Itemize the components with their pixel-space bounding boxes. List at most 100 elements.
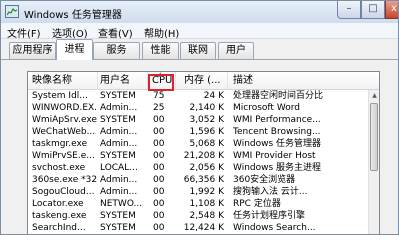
process-memory: 2,548 K	[189, 211, 224, 221]
process-user: Admin...	[100, 187, 138, 197]
process-user: SYSTEM	[100, 115, 136, 125]
process-cpu: 00	[153, 187, 165, 197]
column-header: 映像名称 用户名 CPU 内存 (... 描述 ▲	[28, 72, 379, 90]
process-user: SYSTEM	[100, 91, 136, 101]
menu-help[interactable]: 帮助(H)	[144, 25, 179, 40]
table-row[interactable]: WmiPrvSE.e... SYSTEM 00 21,208 K WMI Pro…	[28, 150, 368, 162]
process-name: taskeng.exe	[32, 211, 87, 221]
process-name: System Idl...	[32, 91, 88, 101]
process-cpu: 00	[153, 175, 165, 185]
process-cpu: 00	[153, 115, 165, 125]
process-name: 360se.exe *32	[32, 175, 98, 185]
process-description: WMI Provider Host	[233, 151, 316, 161]
process-memory: 1,108 K	[189, 199, 224, 209]
process-user: LOCAL...	[100, 163, 138, 173]
process-cpu: 00	[153, 127, 165, 137]
process-description: Tencent Browsing...	[233, 127, 321, 137]
process-description: 处理器空闲时间百分比	[233, 91, 324, 101]
table-row[interactable]: System Idl... SYSTEM 75 24 K 处理器空闲时间百分比	[28, 90, 368, 102]
process-memory: 24 K	[203, 91, 224, 101]
scroll-thumb[interactable]	[370, 103, 378, 171]
column-image-name[interactable]: 映像名称	[28, 72, 98, 90]
process-memory: 21,208 K	[183, 151, 224, 161]
process-cpu: 00	[153, 139, 165, 149]
process-memory: 12,424 K	[183, 223, 224, 233]
process-user: SYSTEM	[100, 151, 136, 161]
title-bar[interactable]: Windows 任务管理器 – □ x	[1, 1, 398, 23]
process-memory: 5,068 K	[189, 139, 224, 149]
processes-panel: 映像名称 用户名 CPU 内存 (... 描述 ▲ System Idl... …	[1, 59, 398, 234]
process-user: Admin...	[100, 103, 138, 113]
process-cpu: 00	[153, 199, 165, 209]
tab-strip: 应用程序 进程 服务 性能 联网 用户	[1, 39, 398, 60]
tab-performance[interactable]: 性能	[142, 42, 179, 59]
table-row[interactable]: SogouCloud... Admin... 00 1,992 K 搜狗输入法 …	[28, 186, 368, 198]
process-user: Admin...	[100, 127, 138, 137]
table-row[interactable]: SearchInd... SYSTEM 00 12,424 K Windows …	[28, 222, 368, 234]
process-cpu: 75	[153, 91, 165, 101]
tab-processes[interactable]: 进程	[56, 39, 93, 60]
process-memory: 3,052 K	[189, 115, 224, 125]
table-row[interactable]: taskeng.exe SYSTEM 00 2,548 K 任务计划程序引擎	[28, 210, 368, 222]
vertical-scrollbar[interactable]: ▲	[368, 90, 379, 234]
process-memory: 1,596 K	[189, 127, 224, 137]
column-description[interactable]: 描述	[228, 72, 368, 90]
menu-view[interactable]: 查看(V)	[98, 25, 133, 40]
graph-icon	[7, 8, 17, 16]
task-manager-icon	[5, 5, 19, 18]
menu-options[interactable]: 选项(O)	[52, 25, 88, 40]
process-description: 搜狗输入法 云计...	[233, 187, 308, 197]
minimize-button[interactable]: –	[337, 1, 361, 19]
tab-networking[interactable]: 联网	[180, 42, 216, 59]
process-description: 360安全浏览器	[233, 175, 296, 185]
process-name: WmiApSrv.exe	[32, 115, 97, 125]
close-button[interactable]: x	[385, 1, 398, 19]
tab-users[interactable]: 用户	[218, 42, 254, 59]
process-memory: 2,140 K	[189, 103, 224, 113]
process-description: Microsoft Word	[233, 103, 300, 113]
column-user-name[interactable]: 用户名	[98, 72, 148, 90]
task-manager-window: Windows 任务管理器 – □ x 文件(F) 选项(O) 查看(V) 帮助…	[0, 0, 399, 235]
process-user: SYSTEM	[100, 223, 136, 233]
table-row[interactable]: WmiApSrv.exe SYSTEM 00 3,052 K WMI Perfo…	[28, 114, 368, 126]
process-name: SearchInd...	[32, 223, 86, 233]
process-name: Locator.exe	[32, 199, 84, 209]
process-name: WeChatWeb...	[32, 127, 96, 137]
menu-bar: 文件(F) 选项(O) 查看(V) 帮助(H)	[1, 23, 398, 40]
process-cpu: 00	[153, 151, 165, 161]
process-user: NETWO...	[100, 199, 143, 209]
process-description: WMI Performance...	[233, 115, 321, 125]
process-description: Windows Search...	[233, 223, 316, 233]
process-description: RPC 定位器	[233, 199, 281, 209]
table-row[interactable]: WINWORD.EX... Admin... 25 2,140 K Micros…	[28, 102, 368, 114]
tab-applications[interactable]: 应用程序	[9, 42, 56, 59]
process-user: SYSTEM	[100, 211, 136, 221]
tab-services[interactable]: 服务	[93, 42, 140, 59]
scroll-up-icon[interactable]: ▲	[369, 90, 379, 101]
process-list[interactable]: 映像名称 用户名 CPU 内存 (... 描述 ▲ System Idl... …	[27, 71, 380, 234]
process-description: 任务计划程序引擎	[233, 211, 306, 221]
table-row[interactable]: taskmgr.exe Admin... 00 5,068 K Windows …	[28, 138, 368, 150]
table-row[interactable]: Locator.exe NETWO... 00 1,108 K RPC 定位器	[28, 198, 368, 210]
cpu-column-highlight	[148, 74, 174, 91]
column-memory[interactable]: 内存 (...	[176, 72, 228, 90]
process-cpu: 00	[153, 223, 165, 233]
process-name: svchost.exe	[32, 163, 86, 173]
process-user: Admin...	[100, 175, 138, 185]
table-row[interactable]: WeChatWeb... Admin... 00 1,596 K Tencent…	[28, 126, 368, 138]
process-memory: 66,356 K	[183, 175, 224, 185]
process-name: taskmgr.exe	[32, 139, 88, 149]
process-memory: 1,992 K	[189, 187, 224, 197]
process-description: Windows 服务主进程	[233, 163, 322, 173]
process-cpu: 25	[153, 103, 165, 113]
process-cpu: 00	[153, 211, 165, 221]
table-row[interactable]: 360se.exe *32 Admin... 00 66,356 K 360安全…	[28, 174, 368, 186]
process-name: SogouCloud...	[32, 187, 95, 197]
process-name: WINWORD.EX...	[32, 103, 98, 113]
process-memory: 2,056 K	[189, 163, 224, 173]
table-row[interactable]: svchost.exe LOCAL... 00 2,056 K Windows …	[28, 162, 368, 174]
process-user: Admin...	[100, 139, 138, 149]
process-name: WmiPrvSE.e...	[32, 151, 95, 161]
maximize-button[interactable]: □	[361, 1, 385, 19]
menu-file[interactable]: 文件(F)	[7, 25, 41, 40]
